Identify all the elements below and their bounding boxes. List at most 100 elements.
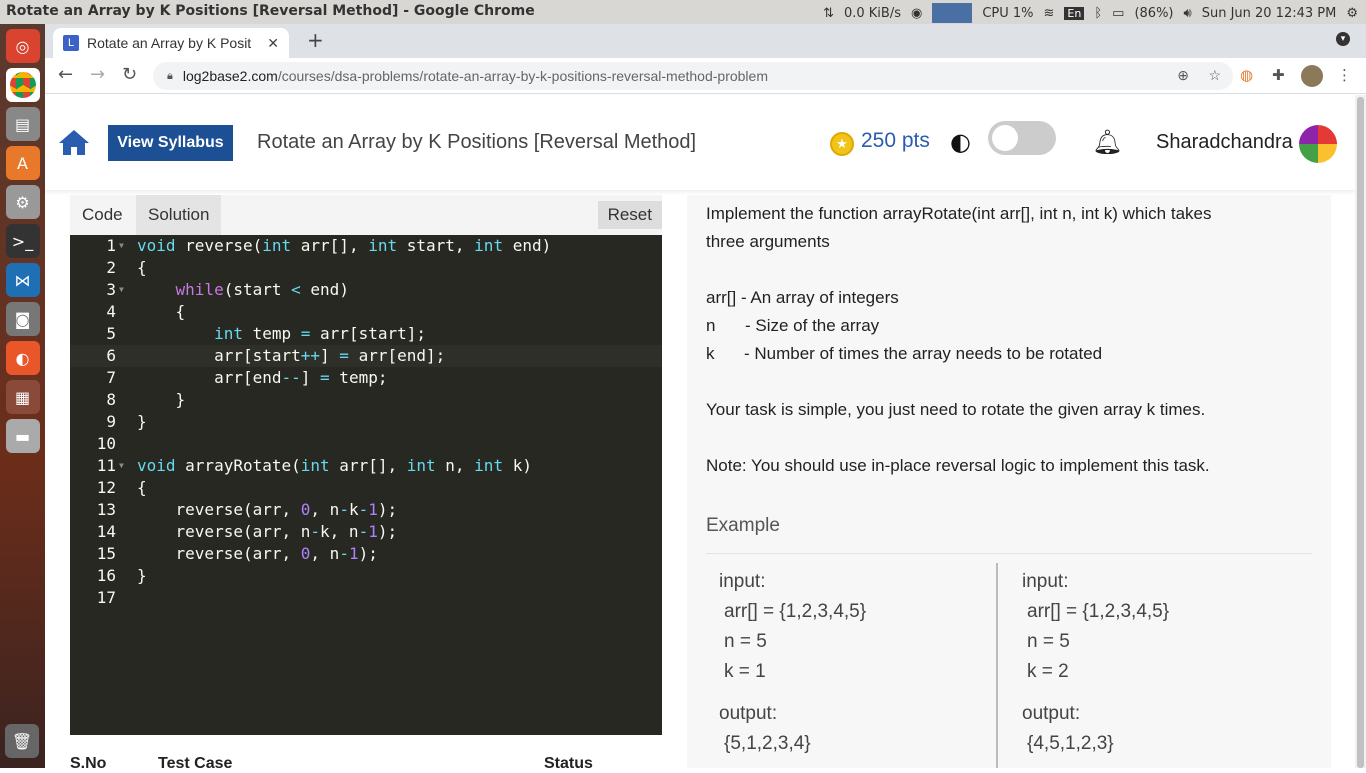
code-editor[interactable]: 1 ▼ void reverse(int arr[], int start, int… xyxy=(70,235,662,735)
line-number: 4 xyxy=(106,302,116,321)
input-arr: arr[] = {1,2,3,4,5} xyxy=(1027,601,1170,622)
reset-button[interactable]: Reset xyxy=(597,201,662,229)
code-line: { xyxy=(137,478,147,497)
window-title: Rotate an Array by K Positions [Reversal… xyxy=(6,3,535,19)
line-number: 13 xyxy=(96,500,116,519)
code-line: } xyxy=(137,390,186,409)
tab-code[interactable]: Code xyxy=(70,195,135,235)
files-icon[interactable]: ▤ xyxy=(5,107,40,141)
vscode-icon[interactable]: ⋈ xyxy=(5,263,40,297)
tab-solution[interactable]: Solution xyxy=(136,195,222,235)
username[interactable]: Sharadchandra xyxy=(1156,131,1293,154)
site-header: View Syllabus Rotate an Array by K Posit… xyxy=(45,95,1355,190)
chrome-icon[interactable] xyxy=(5,68,40,102)
page-scrollbar[interactable] xyxy=(1355,95,1366,768)
scrollbar-thumb[interactable] xyxy=(1357,97,1364,768)
terminal-icon[interactable]: >_ xyxy=(5,224,40,258)
extensions-puzzle-icon[interactable]: ✚ xyxy=(1272,66,1285,84)
view-syllabus-button[interactable]: View Syllabus xyxy=(108,125,233,161)
fold-arrow-icon[interactable]: ▼ xyxy=(119,455,124,477)
line-number: 10 xyxy=(96,434,116,453)
profile-avatar[interactable] xyxy=(1301,65,1323,87)
trash-icon[interactable]: 🗑︎ xyxy=(5,724,39,758)
fold-arrow-icon[interactable]: ▼ xyxy=(119,235,124,257)
dark-mode-toggle[interactable] xyxy=(988,121,1056,155)
example-2: input: arr[] = {1,2,3,4,5} n = 5 k = 2 o… xyxy=(1022,563,1312,768)
line-number: 2 xyxy=(106,258,116,277)
site-favicon-icon: L xyxy=(63,35,79,51)
example-heading: Example xyxy=(706,515,780,536)
browser-tab[interactable]: L Rotate an Array by K Posit ✕ xyxy=(53,28,289,58)
output-value: {4,5,1,2,3} xyxy=(1027,733,1114,754)
arg-k-desc: - Number of times the array needs to be … xyxy=(744,344,1103,363)
input-label: input: xyxy=(719,571,766,592)
bluetooth-icon[interactable]: ᛒ xyxy=(1094,6,1102,21)
line-number: 16 xyxy=(96,566,116,585)
code-line: arr[end--] = temp; xyxy=(137,368,388,387)
editor-tabs: Code Solution Reset xyxy=(70,195,662,235)
keyboard-language[interactable]: En xyxy=(1064,6,1085,20)
code-line: { xyxy=(137,302,186,321)
battery-icon[interactable]: ▭ xyxy=(1112,6,1124,21)
address-bar[interactable]: 🔒︎ log2base2.com/courses/dsa-problems/ro… xyxy=(153,62,1233,90)
col-sno: S.No xyxy=(70,755,107,772)
camera-icon[interactable]: ◙ xyxy=(5,302,40,336)
system-settings-icon[interactable]: ⚙ xyxy=(5,185,40,219)
network-icon[interactable]: ⇅ xyxy=(823,6,834,21)
wifi-icon[interactable]: ≋ xyxy=(1044,6,1055,21)
arg-arr: arr[] - An array of integers xyxy=(706,288,899,307)
line-number: 7 xyxy=(106,368,116,387)
chrome-menu-icon[interactable]: ⋮ xyxy=(1337,66,1352,84)
output-label: output: xyxy=(719,703,778,724)
cpu-graph xyxy=(932,3,973,23)
code-line: reverse(arr, 0, n-1); xyxy=(137,544,378,563)
workspace-icon[interactable]: ▦ xyxy=(5,380,40,414)
browser-tab-strip: L Rotate an Array by K Posit ✕ + ▾ xyxy=(45,24,1366,58)
problem-intro-line-2: three arguments xyxy=(706,232,830,251)
output-value: {5,1,2,3,4} xyxy=(724,733,811,754)
extension-icon[interactable]: ◍ xyxy=(1240,66,1253,84)
settings-gear-icon[interactable]: ⚙ xyxy=(1346,6,1358,21)
home-icon[interactable] xyxy=(57,128,91,156)
reload-icon[interactable]: ↻ xyxy=(122,64,137,85)
problem-intro-line-1: Implement the function arrayRotate(int a… xyxy=(706,204,1212,223)
browser-indicator-icon[interactable]: ◉ xyxy=(911,6,922,21)
notification-bell-icon[interactable]: 🔔︎ xyxy=(1092,128,1122,156)
tab-close-icon[interactable]: ✕ xyxy=(267,35,279,52)
drive-icon[interactable]: ▬ xyxy=(5,419,40,453)
arg-k-key: k xyxy=(706,344,715,363)
input-label: input: xyxy=(1022,571,1069,592)
divider xyxy=(706,553,1312,554)
input-n: n = 5 xyxy=(724,631,767,652)
back-icon[interactable]: ← xyxy=(58,64,73,85)
software-center-icon[interactable]: A xyxy=(5,146,40,180)
tab-search-icon[interactable]: ▾ xyxy=(1336,32,1350,46)
code-line: void reverse(int arr[], int start, int e… xyxy=(137,236,552,255)
arg-n-desc: - Size of the array xyxy=(745,316,880,335)
col-test-case: Test Case xyxy=(158,755,233,772)
line-number: 9 xyxy=(106,412,116,431)
firefox-icon[interactable]: ◐ xyxy=(5,341,40,375)
new-tab-icon[interactable]: + xyxy=(307,28,324,52)
url-path: /courses/dsa-problems/rotate-an-array-by… xyxy=(277,68,768,84)
user-avatar[interactable] xyxy=(1299,125,1337,163)
bookmark-star-icon[interactable]: ☆ xyxy=(1208,67,1221,84)
cpu-usage: CPU 1% xyxy=(982,5,1034,21)
clock[interactable]: Sun Jun 20 12:43 PM xyxy=(1202,6,1337,21)
input-n: n = 5 xyxy=(1027,631,1070,652)
zoom-icon[interactable]: ⊕ xyxy=(1177,67,1189,84)
volume-icon[interactable]: 🔊︎ xyxy=(1184,6,1192,21)
tab-title: Rotate an Array by K Posit xyxy=(87,35,252,51)
fold-arrow-icon[interactable]: ▼ xyxy=(119,279,124,301)
url-host: log2base2.com xyxy=(182,68,278,84)
note-text: Note: You should use in-place reversal l… xyxy=(706,456,1210,475)
ubuntu-dash-icon[interactable]: ◎ xyxy=(5,29,40,63)
lock-icon[interactable]: 🔒︎ xyxy=(167,70,173,83)
code-line: } xyxy=(137,566,147,585)
input-k: k = 2 xyxy=(1027,661,1069,682)
code-line: { xyxy=(137,258,147,277)
example-1: input: arr[] = {1,2,3,4,5} n = 5 k = 1 o… xyxy=(719,563,1009,768)
code-line: void arrayRotate(int arr[], int n, int k… xyxy=(137,456,532,475)
code-line: } xyxy=(137,412,147,431)
forward-icon[interactable]: → xyxy=(90,64,105,85)
